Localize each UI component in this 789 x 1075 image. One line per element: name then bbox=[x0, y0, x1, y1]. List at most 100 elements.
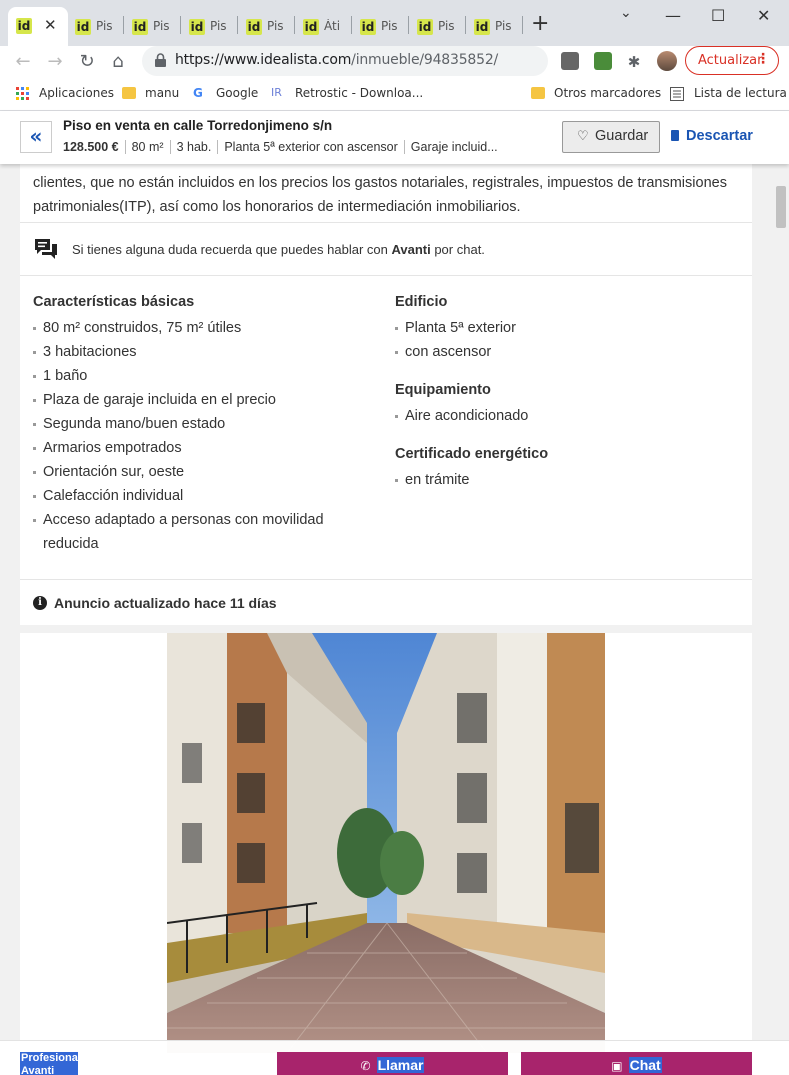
list-item: Calefacción individual bbox=[33, 484, 353, 508]
save-label: Guardar bbox=[595, 128, 649, 144]
lock-icon bbox=[155, 53, 166, 67]
tab-active[interactable]: id ✕ bbox=[8, 7, 68, 46]
bookmark-manu[interactable]: manu bbox=[145, 86, 179, 100]
minimize-button[interactable]: — bbox=[665, 6, 681, 25]
idealista-favicon-icon: id bbox=[246, 19, 262, 35]
features-section: Características básicas 80 m² construido… bbox=[20, 276, 752, 579]
bookmark-retrostic[interactable]: Retrostic - Downloa... bbox=[295, 86, 423, 100]
tab-label: Pis bbox=[153, 19, 170, 33]
tab-4[interactable]: id Pis bbox=[181, 9, 238, 41]
close-window-button[interactable]: ✕ bbox=[757, 6, 770, 25]
tab-label: Áti bbox=[324, 19, 341, 33]
scrollbar-thumb[interactable] bbox=[776, 186, 786, 228]
home-icon[interactable]: ⌂ bbox=[106, 50, 130, 74]
equipment-heading: Equipamiento bbox=[395, 382, 491, 398]
equipment-list: Aire acondicionado bbox=[395, 404, 735, 428]
tab-9[interactable]: id Pis bbox=[466, 9, 523, 41]
tab-5[interactable]: id Pis bbox=[238, 9, 295, 41]
tab-label: Pis bbox=[381, 19, 398, 33]
puzzle-extensions-icon[interactable]: ✱ bbox=[622, 50, 646, 74]
idealista-favicon-icon: id bbox=[189, 19, 205, 35]
save-button[interactable]: ♡ Guardar bbox=[562, 121, 660, 153]
url-path: /inmueble/94835852/ bbox=[351, 52, 499, 68]
maximize-button[interactable]: ☐ bbox=[711, 6, 725, 25]
forward-arrow-icon[interactable]: → bbox=[43, 50, 67, 74]
idealista-favicon-icon: id bbox=[474, 19, 490, 35]
tab-2[interactable]: id Pis bbox=[67, 9, 124, 41]
energy-certificate-heading: Certificado energético bbox=[395, 446, 549, 462]
list-item: Acceso adaptado a personas con movilidad… bbox=[33, 508, 353, 556]
tab-3[interactable]: id Pis bbox=[124, 9, 181, 41]
list-item: con ascensor bbox=[395, 340, 735, 364]
sticky-listing-header: « Piso en venta en calle Torredonjimeno … bbox=[0, 111, 789, 164]
chat-button[interactable]: ▣ Chat bbox=[521, 1052, 752, 1075]
trash-icon bbox=[671, 130, 679, 141]
tab-label: Pis bbox=[495, 19, 512, 33]
ad-updated-notice: i Anuncio actualizado hace 11 días bbox=[20, 579, 752, 625]
building-list: Planta 5ª exterior con ascensor bbox=[395, 316, 735, 364]
list-item: Orientación sur, oeste bbox=[33, 460, 353, 484]
tab-6[interactable]: id Áti bbox=[295, 9, 352, 41]
basic-features-list: 80 m² construidos, 75 m² útiles 3 habita… bbox=[33, 316, 353, 556]
info-icon: i bbox=[33, 596, 47, 610]
tab-search-chevron-icon[interactable]: ⌄ bbox=[620, 5, 632, 21]
extension-icon[interactable] bbox=[594, 52, 612, 70]
listing-price: 128.500 € bbox=[63, 140, 119, 154]
tab-close-icon[interactable]: ✕ bbox=[44, 16, 57, 34]
advertiser-label: Profesional Avanti bbox=[20, 1052, 78, 1075]
back-arrow-icon[interactable]: ← bbox=[11, 50, 35, 74]
list-item: 3 habitaciones bbox=[33, 340, 353, 364]
bookmark-google[interactable]: Google bbox=[216, 86, 258, 100]
listing-garage: Garaje incluid... bbox=[403, 140, 504, 154]
building-features-column: Edificio Planta 5ª exterior con ascensor… bbox=[395, 294, 735, 492]
bookmark-apps[interactable]: Aplicaciones bbox=[39, 86, 114, 100]
tab-7[interactable]: id Pis bbox=[352, 9, 409, 41]
list-item: Planta 5ª exterior bbox=[395, 316, 735, 340]
apps-grid-icon bbox=[16, 87, 29, 100]
address-bar[interactable]: https://www.idealista.com/inmueble/94835… bbox=[142, 46, 548, 76]
back-chevrons-icon[interactable]: « bbox=[20, 121, 52, 153]
discard-label: Descartar bbox=[686, 128, 753, 144]
chat-bubbles-icon bbox=[35, 239, 57, 259]
reading-list-icon bbox=[670, 87, 684, 101]
call-button[interactable]: ✆ Llamar bbox=[277, 1052, 508, 1075]
ad-updated-text: Anuncio actualizado hace 11 días bbox=[54, 595, 277, 611]
list-item: Aire acondicionado bbox=[395, 404, 735, 428]
agent-name: Avanti bbox=[391, 242, 431, 257]
basic-features-heading: Características básicas bbox=[33, 294, 195, 310]
idealista-favicon-icon: id bbox=[132, 19, 148, 35]
browser-toolbar: ← → ↻ ⌂ https://www.idealista.com/inmueb… bbox=[0, 46, 789, 78]
bookmark-otros-marcadores[interactable]: Otros marcadores bbox=[554, 86, 661, 100]
reload-icon[interactable]: ↻ bbox=[75, 50, 99, 74]
energy-certificate-list: en trámite bbox=[395, 468, 735, 492]
listing-rooms: 3 hab. bbox=[169, 140, 218, 154]
folder-icon bbox=[531, 87, 545, 99]
basic-features-column: Características básicas 80 m² construido… bbox=[33, 294, 353, 556]
page-viewport: clientes, que no están incluidos en los … bbox=[0, 111, 789, 1075]
tab-strip: id ✕ id Pis id Pis id Pis id Pis id Áti … bbox=[0, 0, 789, 46]
list-item: Segunda mano/buen estado bbox=[33, 412, 353, 436]
folder-icon bbox=[122, 87, 136, 99]
google-icon: G bbox=[193, 86, 203, 100]
menu-dots-icon: ⋮ bbox=[756, 51, 770, 67]
tab-8[interactable]: id Pis bbox=[409, 9, 466, 41]
extension-icon[interactable] bbox=[561, 52, 579, 70]
property-photo[interactable] bbox=[167, 633, 605, 1053]
new-tab-button[interactable]: + bbox=[531, 13, 549, 35]
discard-button[interactable]: Descartar bbox=[671, 128, 753, 144]
chat-icon: ▣ bbox=[611, 1059, 623, 1073]
retrostic-icon: IR bbox=[271, 86, 282, 99]
chat-reminder-suffix: por chat. bbox=[430, 242, 485, 257]
call-label: Llamar bbox=[376, 1057, 425, 1073]
tab-label: Pis bbox=[210, 19, 227, 33]
list-item: Plaza de garaje incluida en el precio bbox=[33, 388, 353, 412]
list-item: 1 baño bbox=[33, 364, 353, 388]
page-scrollbar[interactable] bbox=[771, 111, 789, 1075]
profile-avatar[interactable] bbox=[657, 51, 677, 71]
tab-label: Pis bbox=[267, 19, 284, 33]
list-item: en trámite bbox=[395, 468, 735, 492]
building-heading: Edificio bbox=[395, 294, 448, 310]
update-button[interactable]: Actualizar ⋮ bbox=[685, 46, 779, 75]
bookmark-lista-de-lectura[interactable]: Lista de lectura bbox=[694, 86, 787, 100]
photo-gallery bbox=[20, 633, 752, 1075]
